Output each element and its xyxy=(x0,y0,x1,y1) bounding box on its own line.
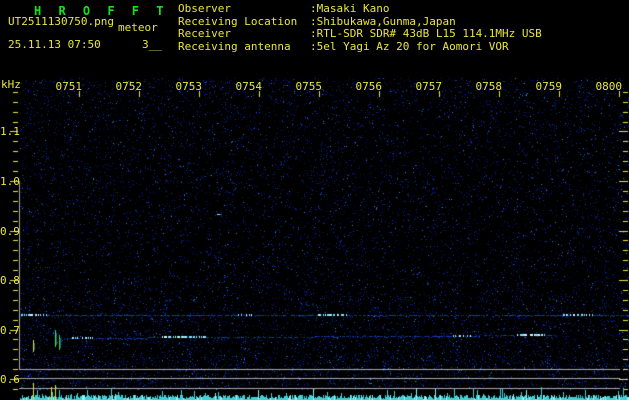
spectrogram-canvas xyxy=(0,0,629,400)
hrofft-window: H R O F F T UT2511130750.png meteor 25.1… xyxy=(0,0,629,400)
